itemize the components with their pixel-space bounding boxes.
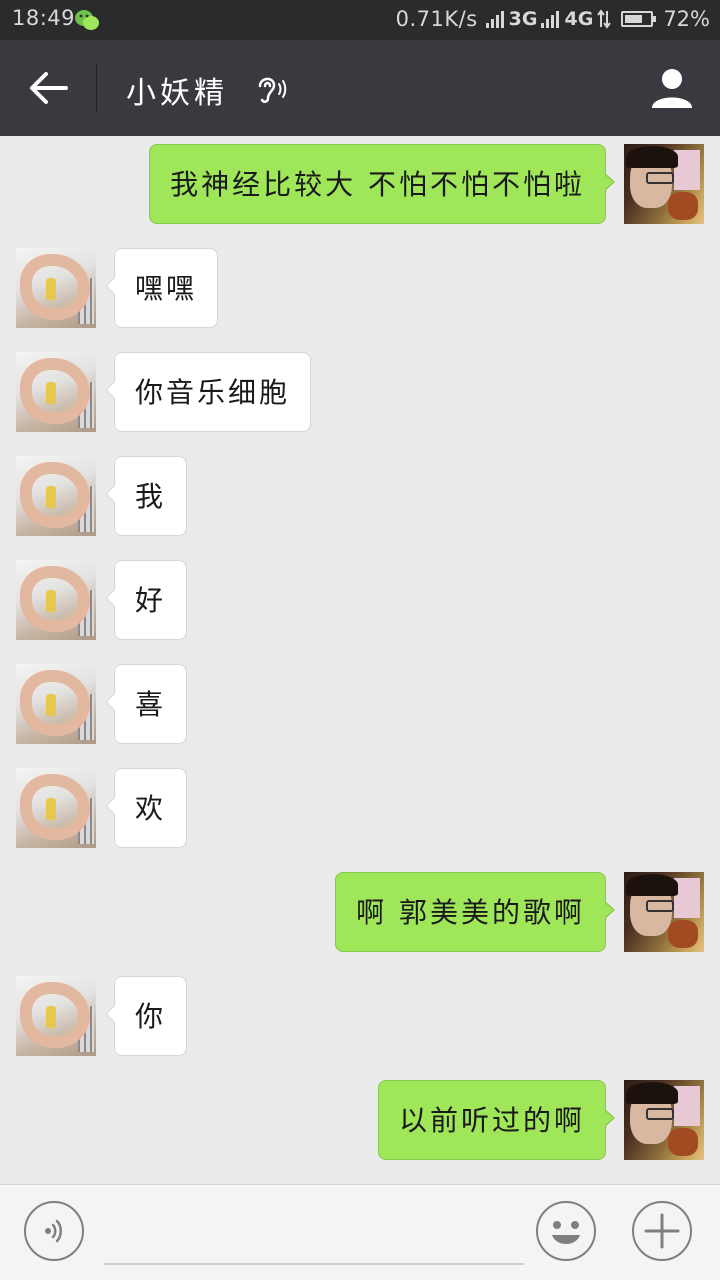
my-avatar[interactable]	[624, 144, 704, 224]
message-bubble[interactable]: 嘿嘿	[105, 248, 219, 328]
data-transfer-icon	[597, 9, 612, 29]
contact-avatar[interactable]	[16, 560, 96, 640]
wechat-icon	[75, 10, 99, 30]
message-bubble[interactable]: 以前听过的啊	[377, 1080, 616, 1160]
incoming-message: 我	[0, 456, 720, 536]
battery-percent: 72%	[663, 7, 710, 31]
my-avatar[interactable]	[624, 1080, 704, 1160]
incoming-message: 你	[0, 976, 720, 1056]
message-bubble[interactable]: 你音乐细胞	[105, 352, 312, 432]
network-type-2: 4G	[564, 8, 594, 30]
status-time: 18:49	[12, 6, 76, 30]
chat-title: 小妖精	[126, 76, 228, 111]
contact-avatar[interactable]	[16, 352, 96, 432]
plus-icon	[644, 1213, 680, 1249]
message-bubble[interactable]: 欢	[105, 768, 188, 848]
incoming-message: 喜	[0, 664, 720, 744]
message-bubble[interactable]: 我	[105, 456, 188, 536]
outgoing-message: 我神经比较大 不怕不怕不怕啦	[0, 144, 720, 224]
incoming-message: 你音乐细胞	[0, 352, 720, 432]
incoming-message: 嘿嘿	[0, 248, 720, 328]
message-list[interactable]: 我神经比较大 不怕不怕不怕啦嘿嘿你音乐细胞我好喜欢啊 郭美美的歌啊你以前听过的啊	[0, 136, 720, 1184]
contact-avatar[interactable]	[16, 664, 96, 744]
arrow-left-icon[interactable]	[26, 68, 70, 108]
voice-icon	[45, 1219, 62, 1243]
person-icon[interactable]	[650, 66, 694, 110]
contact-avatar[interactable]	[16, 768, 96, 848]
contact-avatar[interactable]	[16, 456, 96, 536]
incoming-message: 欢	[0, 768, 720, 848]
ear-icon	[258, 77, 287, 103]
status-bar: 18:49 0.71K/s 3G 4G 72%	[0, 0, 720, 40]
outgoing-message: 啊 郭美美的歌啊	[0, 872, 720, 952]
message-bubble[interactable]: 我神经比较大 不怕不怕不怕啦	[149, 144, 615, 224]
network-type-1: 3G	[508, 8, 538, 30]
input-bar	[0, 1184, 720, 1280]
status-indicators: 0.71K/s 3G 4G 72%	[396, 7, 710, 31]
message-input[interactable]	[104, 1205, 524, 1265]
contact-avatar[interactable]	[16, 248, 96, 328]
message-bubble[interactable]: 你	[105, 976, 188, 1056]
my-avatar[interactable]	[624, 872, 704, 952]
outgoing-message: 以前听过的啊	[0, 1080, 720, 1160]
net-speed: 0.71K/s	[395, 7, 478, 31]
smiley-icon	[552, 1221, 580, 1244]
contact-avatar[interactable]	[16, 976, 96, 1056]
battery-icon	[621, 11, 657, 27]
more-button[interactable]	[632, 1201, 692, 1261]
header-divider	[96, 64, 97, 112]
message-bubble[interactable]: 喜	[105, 664, 188, 744]
emoji-button[interactable]	[536, 1201, 596, 1261]
signal-icon	[485, 10, 504, 28]
chat-header: 小妖精	[0, 40, 720, 136]
incoming-message: 好	[0, 560, 720, 640]
message-bubble[interactable]: 好	[105, 560, 188, 640]
message-bubble[interactable]: 啊 郭美美的歌啊	[335, 872, 615, 952]
signal-icon	[541, 10, 560, 28]
voice-button[interactable]	[24, 1201, 84, 1261]
